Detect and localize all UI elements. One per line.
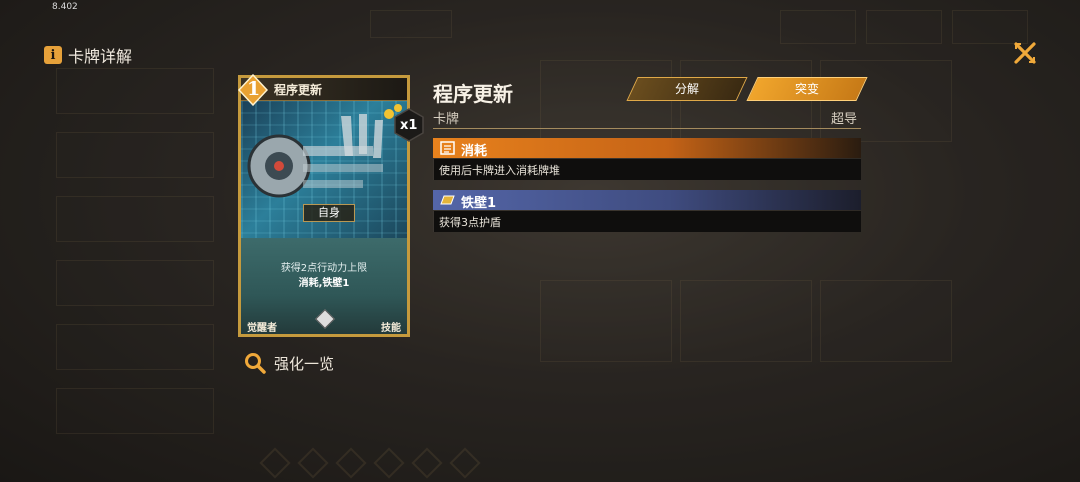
card-preview: 程序更新 自身 获得2点行动力上限 消耗,铁壁1 觉醒者 技能 [238, 75, 410, 337]
card-description-line2: 消耗,铁壁1 [298, 278, 350, 289]
keyword-description: 获得3点护盾 [439, 216, 501, 229]
card-category-label: 技能 [381, 323, 401, 334]
keyword-description-consume: 使用后卡牌进入消耗牌堆 [433, 159, 861, 180]
card-artwork [241, 96, 407, 246]
info-icon: i [44, 46, 62, 64]
card-class-label: 觉醒者 [247, 323, 277, 334]
document-icon [440, 141, 455, 155]
detail-type: 卡牌 [433, 112, 460, 127]
page-header: i 卡牌详解 [44, 43, 132, 67]
detail-title: 程序更新 [433, 82, 513, 106]
close-icon[interactable] [1012, 40, 1038, 66]
card-cost: 1 [247, 78, 261, 100]
card-target-tag: 自身 [303, 204, 355, 222]
keyword-description: 使用后卡牌进入消耗牌堆 [439, 164, 560, 177]
shield-plate-icon [440, 195, 455, 205]
robot-art-icon [247, 104, 402, 198]
keyword-header-ironwall: 铁壁1 [433, 190, 861, 211]
search-icon [245, 353, 266, 374]
modal-overlay [0, 0, 1080, 482]
fps-counter: 8.402 [52, 2, 78, 12]
page-title: 卡牌详解 [68, 47, 133, 66]
card-description-line1: 获得2点行动力上限 [280, 263, 368, 274]
breakthrough-label: 突变 [794, 82, 819, 96]
decompose-button[interactable]: 分解 [626, 77, 748, 101]
upgrade-overview-button[interactable]: 强化一览 [244, 352, 334, 374]
breakthrough-button[interactable]: 突变 [746, 77, 868, 101]
card-name: 程序更新 [274, 83, 323, 97]
keyword-header-consume: 消耗 [433, 138, 861, 159]
keyword-name: 铁壁1 [461, 196, 497, 211]
keyword-name: 消耗 [461, 144, 488, 159]
decompose-label: 分解 [674, 82, 699, 96]
detail-role: 超导 [831, 112, 858, 127]
divider [433, 128, 861, 129]
upgrade-overview-label: 强化一览 [274, 354, 335, 373]
keyword-description-ironwall: 获得3点护盾 [433, 211, 861, 232]
card-quantity: x1 [400, 118, 418, 133]
